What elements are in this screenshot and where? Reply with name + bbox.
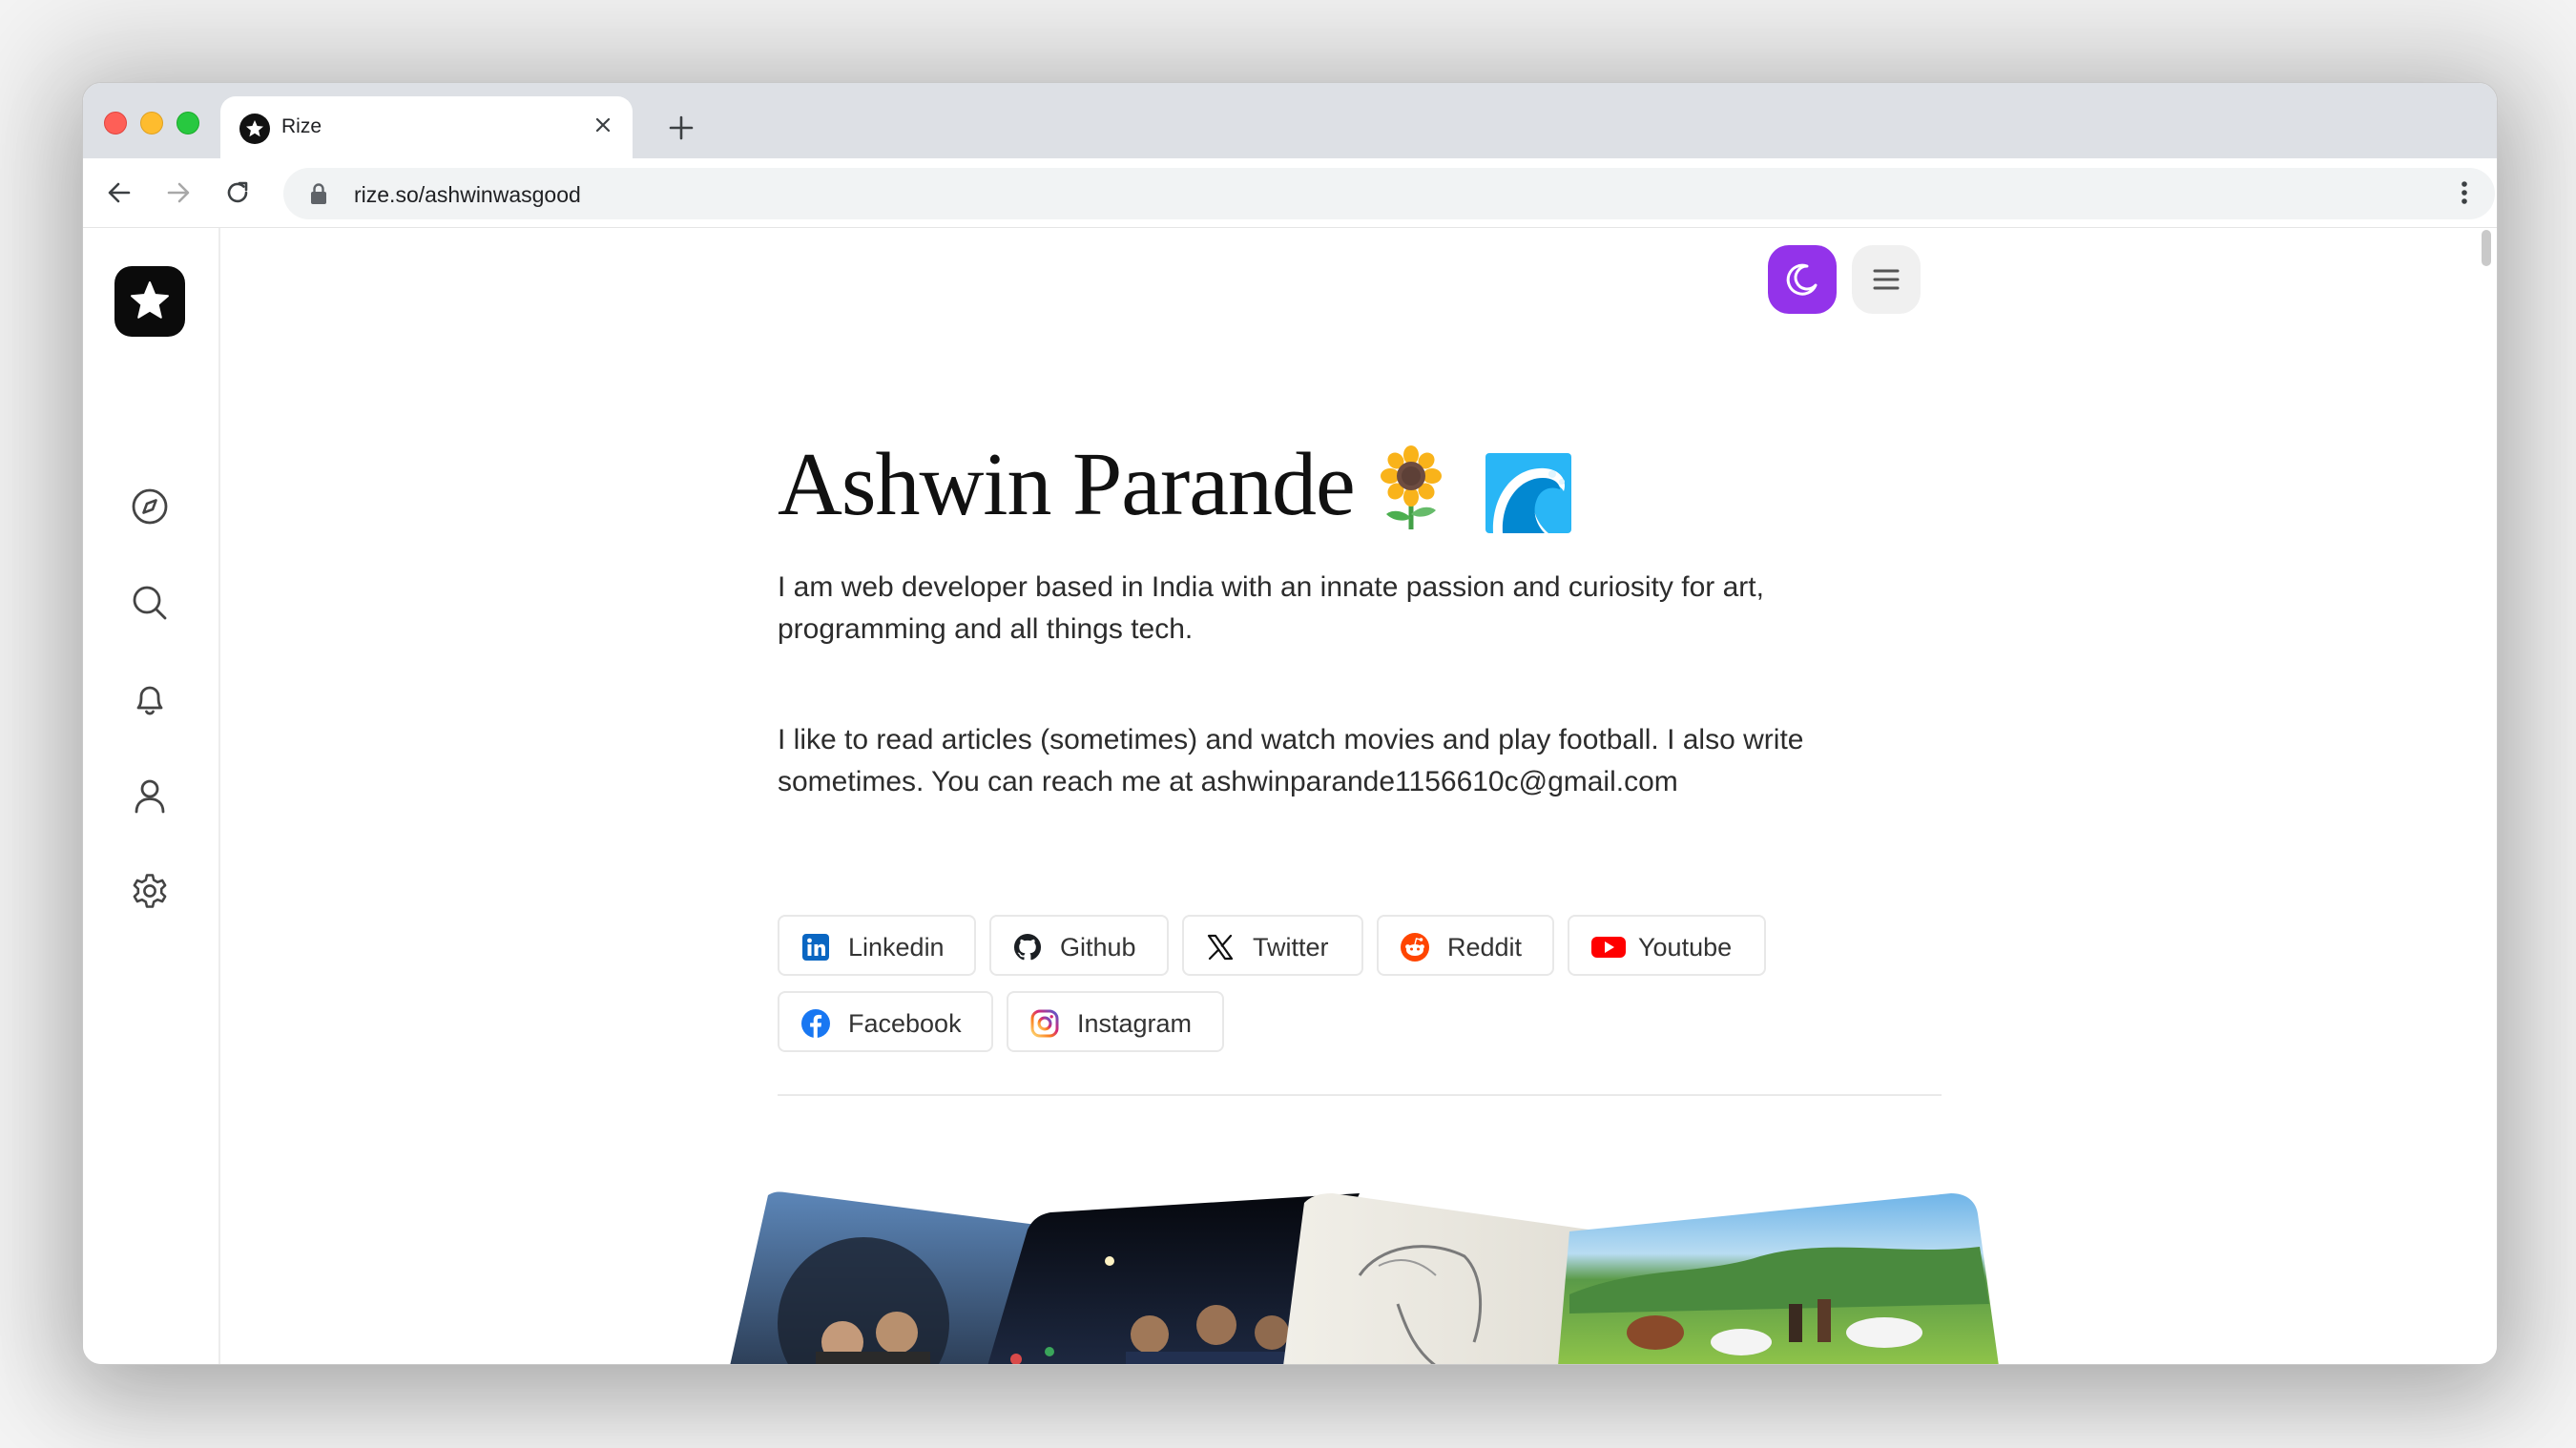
dark-mode-toggle[interactable] [1768, 245, 1837, 314]
link-label: Youtube [1638, 933, 1733, 962]
url-text: rize.so/ashwinwasgood [354, 182, 581, 207]
tab-title: Rize [281, 115, 322, 137]
gear-icon[interactable] [129, 871, 171, 913]
photo-collage [730, 1191, 1999, 1365]
close-window-button[interactable] [104, 112, 127, 134]
close-tab-icon[interactable] [591, 113, 615, 137]
more-menu-icon[interactable] [2459, 176, 2470, 210]
photo-card-sketch[interactable] [1283, 1193, 1589, 1365]
photo-card-anime-landscape[interactable] [1558, 1193, 1999, 1365]
address-bar[interactable]: rize.so/ashwinwasgood [283, 168, 2495, 219]
instagram-icon [1029, 1008, 1060, 1039]
linkedin-icon [800, 932, 831, 962]
star-favicon-icon [239, 114, 270, 144]
wave-icon [1485, 453, 1571, 538]
link-label: Instagram [1077, 1009, 1193, 1038]
bell-icon[interactable] [129, 678, 171, 720]
tab-bar: Rize [83, 83, 2497, 158]
sunflower-icon [1377, 445, 1445, 536]
user-icon[interactable] [129, 775, 171, 817]
facebook-icon [800, 1008, 831, 1039]
section-divider [778, 1094, 1942, 1096]
lock-icon [308, 182, 329, 205]
link-youtube[interactable]: Youtube [1568, 915, 1766, 976]
hamburger-icon [1873, 269, 1900, 290]
bio-paragraph-2: I like to read articles (sometimes) and … [778, 724, 1804, 797]
link-label: Reddit [1447, 933, 1523, 962]
link-github[interactable]: Github [989, 915, 1169, 976]
page-viewport: Ashwin Parande I am web developer based … [83, 228, 2497, 1364]
browser-window: Rize rize.so/ashwinwasgood Ashwin Parand… [82, 82, 2498, 1365]
youtube-icon [1590, 932, 1627, 962]
moon-icon [1786, 263, 1818, 296]
reddit-icon [1400, 932, 1430, 962]
link-reddit[interactable]: Reddit [1377, 915, 1554, 976]
minimize-window-button[interactable] [140, 112, 163, 134]
profile-name: Ashwin Parande [778, 435, 1356, 534]
browser-toolbar: rize.so/ashwinwasgood [83, 158, 2497, 228]
page-scrollbar[interactable] [2482, 230, 2491, 266]
link-label: Github [1060, 933, 1136, 962]
link-instagram[interactable]: Instagram [1007, 991, 1224, 1052]
sidebar [83, 228, 220, 1364]
link-label: Linkedin [848, 933, 945, 962]
github-icon [1012, 932, 1043, 962]
search-icon[interactable] [129, 582, 171, 624]
link-label: Twitter [1253, 933, 1329, 962]
link-linkedin[interactable]: Linkedin [778, 915, 976, 976]
forward-arrow-icon[interactable] [161, 176, 196, 210]
bio-paragraph-1: I am web developer based in India with a… [778, 571, 1764, 645]
explore-icon[interactable] [129, 486, 171, 527]
hamburger-menu-button[interactable] [1852, 245, 1921, 314]
link-facebook[interactable]: Facebook [778, 991, 993, 1052]
link-label: Facebook [848, 1009, 962, 1038]
back-arrow-icon[interactable] [102, 176, 136, 210]
rize-logo[interactable] [114, 266, 185, 337]
tab-rize[interactable]: Rize [220, 96, 633, 158]
x-icon [1205, 932, 1236, 962]
reload-icon[interactable] [220, 176, 255, 210]
new-tab-icon[interactable] [665, 112, 697, 144]
link-twitter[interactable]: Twitter [1182, 915, 1363, 976]
maximize-window-button[interactable] [177, 112, 199, 134]
